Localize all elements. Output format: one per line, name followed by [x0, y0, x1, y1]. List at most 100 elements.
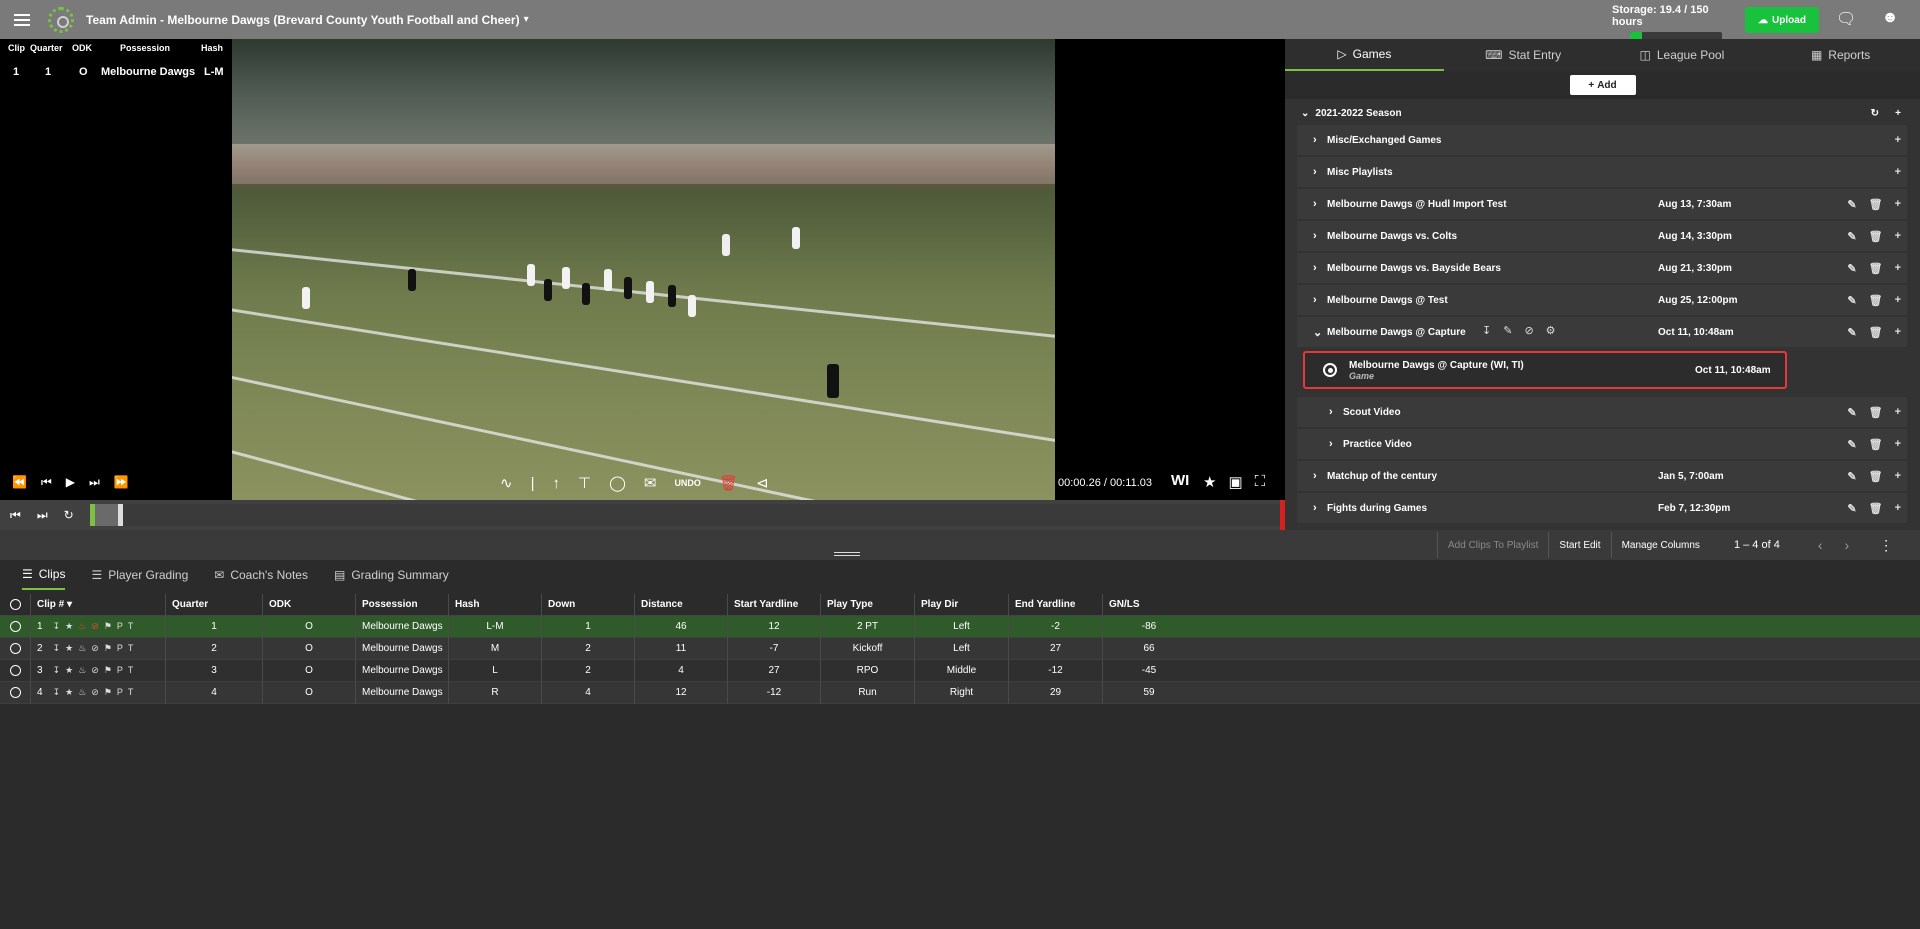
flame-icon[interactable]: ♨ — [78, 643, 86, 654]
team-selector[interactable]: Team Admin - Melbourne Dawgs (Brevard Co… — [86, 13, 520, 27]
tab-coach-s-notes[interactable]: ✉ Coach's Notes — [214, 560, 308, 590]
loop-icon[interactable]: ↻ — [64, 508, 74, 523]
trash-icon[interactable]: 🗑 — [719, 474, 738, 492]
tag-icon[interactable]: ⚑ — [104, 687, 112, 698]
star-icon[interactable]: ★ — [1203, 473, 1216, 491]
hide-icon[interactable]: ⊘ — [91, 621, 99, 632]
flag-t[interactable]: T — [128, 687, 134, 698]
selected-game-item[interactable]: Melbourne Dawgs @ Capture (WI, TI) Game … — [1303, 351, 1787, 389]
chevron-right-icon[interactable]: › — [1313, 262, 1327, 274]
download-icon[interactable]: ↧ — [53, 665, 61, 676]
chevron-right-icon[interactable]: › — [1313, 470, 1327, 482]
skip-start-icon[interactable]: ⏮ — [10, 508, 21, 523]
menu-icon[interactable] — [14, 0, 42, 39]
delete-icon[interactable]: 🗑 — [1869, 230, 1883, 243]
download-icon[interactable]: ↧ — [53, 687, 61, 698]
flag-t[interactable]: T — [128, 665, 134, 676]
chevron-right-icon[interactable]: › — [1313, 230, 1327, 242]
fast-forward-icon[interactable]: ⏩ — [114, 475, 129, 490]
star-icon[interactable]: ★ — [65, 621, 73, 632]
table-row[interactable]: 4 ↧ ★ ♨ ⊘ ⚑ P T 4 O Melbourne Dawgs R 4 12 -12 Run Right… — [0, 681, 1920, 704]
step-back-icon[interactable]: ⏮ — [41, 475, 52, 490]
next-page-icon[interactable]: › — [1844, 537, 1849, 553]
plus-icon[interactable]: + — [1895, 134, 1901, 146]
add-clips-to-playlist-button[interactable]: Add Clips To Playlist — [1437, 532, 1548, 558]
table-row[interactable]: 1 ↧ ★ ♨ ⊘ ⚑ P T 1 O Melbourne Dawgs L-M 1 46 12 2 PT Lef… — [0, 615, 1920, 638]
edit-icon[interactable]: ✎ — [1503, 324, 1512, 337]
tab-reports[interactable]: ▦ Reports — [1761, 39, 1920, 71]
comment-icon[interactable]: ✉ — [644, 474, 657, 492]
flame-icon[interactable]: ♨ — [78, 621, 86, 632]
playhead[interactable] — [118, 504, 123, 526]
edit-icon[interactable]: ✎ — [1847, 230, 1856, 243]
tree-item[interactable]: › Practice Video ✎ 🗑 + — [1297, 429, 1907, 459]
skip-end-icon[interactable]: ⏭ — [37, 508, 48, 523]
hide-icon[interactable]: ⊘ — [91, 687, 99, 698]
plus-icon[interactable]: + — [1895, 166, 1901, 178]
edit-icon[interactable]: ✎ — [1847, 470, 1856, 483]
step-forward-icon[interactable]: ⏭ — [89, 475, 100, 490]
chevron-right-icon[interactable]: › — [1313, 294, 1327, 306]
tree-item[interactable]: › Scout Video ✎ 🗑 + — [1297, 397, 1907, 427]
season-header[interactable]: ⌄ 2021-2022 Season ↻ + — [1297, 102, 1907, 124]
circle-icon[interactable]: ◯ — [609, 474, 626, 492]
video-frame[interactable] — [232, 39, 1055, 500]
flag-p[interactable]: P — [117, 687, 123, 698]
video-player[interactable]: ClipQuarterODKPossessionHashDownDistance… — [0, 39, 1285, 500]
previous-page-icon[interactable]: ‹ — [1818, 537, 1823, 553]
flame-icon[interactable]: ♨ — [78, 687, 86, 698]
edit-icon[interactable]: ✎ — [1847, 502, 1856, 515]
star-icon[interactable]: ★ — [65, 643, 73, 654]
header-down[interactable]: Down — [541, 593, 634, 616]
start-edit-button[interactable]: Start Edit — [1548, 532, 1610, 558]
timeline-track[interactable] — [90, 504, 1282, 526]
plus-icon[interactable]: + — [1895, 108, 1901, 119]
drag-handle-icon[interactable] — [834, 552, 860, 556]
flame-icon[interactable]: ♨ — [78, 665, 86, 676]
chevron-right-icon[interactable]: › — [1329, 438, 1343, 450]
tab-grading-summary[interactable]: ▤ Grading Summary — [334, 560, 449, 590]
play-icon[interactable]: ▶ — [66, 475, 75, 490]
sort-desc-icon[interactable]: ▾ — [64, 599, 72, 610]
star-icon[interactable]: ★ — [65, 687, 73, 698]
header-possession[interactable]: Possession — [355, 593, 448, 616]
edit-icon[interactable]: ✎ — [1847, 438, 1856, 451]
block-icon[interactable]: ⊤ — [578, 474, 591, 492]
line-icon[interactable]: | — [531, 475, 535, 492]
hide-icon[interactable]: ⊘ — [91, 665, 99, 676]
chevron-right-icon[interactable]: › — [1313, 502, 1327, 514]
fullscreen-icon[interactable]: ⛶ — [1255, 473, 1266, 491]
radio-selected-icon[interactable] — [1323, 363, 1337, 377]
tree-item[interactable]: › Melbourne Dawgs @ Test Aug 25, 12:00pm ✎ 🗑… — [1297, 285, 1907, 315]
row-select[interactable] — [0, 638, 30, 660]
tab-stat-entry[interactable]: ⌨ Stat Entry — [1444, 39, 1603, 71]
tree-item[interactable]: › Melbourne Dawgs vs. Bayside Bears Aug 21… — [1297, 253, 1907, 283]
tree-item[interactable]: › Matchup of the century Jan 5, 7:00am ✎ 🗑 + — [1297, 461, 1907, 491]
header-odk[interactable]: ODK — [262, 593, 355, 616]
header-start-yardline[interactable]: Start Yardline — [727, 593, 820, 616]
share-icon[interactable]: ⊲ — [756, 474, 769, 492]
arrow-icon[interactable]: ↑ — [552, 475, 560, 492]
chevron-down-icon[interactable]: ⌄ — [1313, 326, 1327, 339]
hide-icon[interactable]: ⊘ — [1524, 324, 1533, 337]
row-select[interactable] — [0, 616, 30, 638]
header-hash[interactable]: Hash — [448, 593, 541, 616]
plus-icon[interactable]: + — [1895, 230, 1901, 243]
tree-item[interactable]: › Melbourne Dawgs vs. Colts Aug 14, 3:30pm… — [1297, 221, 1907, 251]
settings-icon[interactable]: ⚙ — [1546, 324, 1556, 337]
tab-league-pool[interactable]: ◫ League Pool — [1603, 39, 1762, 71]
tree-item[interactable]: › Melbourne Dawgs @ Hudl Import Test Aug 1… — [1297, 189, 1907, 219]
table-row[interactable]: 2 ↧ ★ ♨ ⊘ ⚑ P T 2 O Melbourne Dawgs M 2 11 -7 Kickoff Le… — [0, 637, 1920, 660]
header-gn-ls[interactable]: GN/LS — [1102, 593, 1195, 616]
plus-icon[interactable]: + — [1895, 294, 1901, 307]
edit-icon[interactable]: ✎ — [1847, 406, 1856, 419]
download-icon[interactable]: ↧ — [1482, 324, 1491, 337]
upload-button[interactable]: ☁ Upload — [1745, 7, 1819, 33]
delete-icon[interactable]: 🗑 — [1869, 198, 1883, 211]
manage-columns-button[interactable]: Manage Columns — [1610, 532, 1710, 558]
flag-p[interactable]: P — [117, 621, 123, 632]
tab-clips[interactable]: ☰ Clips — [22, 560, 66, 590]
delete-icon[interactable]: 🗑 — [1869, 294, 1883, 307]
tag-icon[interactable]: ⚑ — [104, 643, 112, 654]
edit-icon[interactable]: ✎ — [1847, 262, 1856, 275]
